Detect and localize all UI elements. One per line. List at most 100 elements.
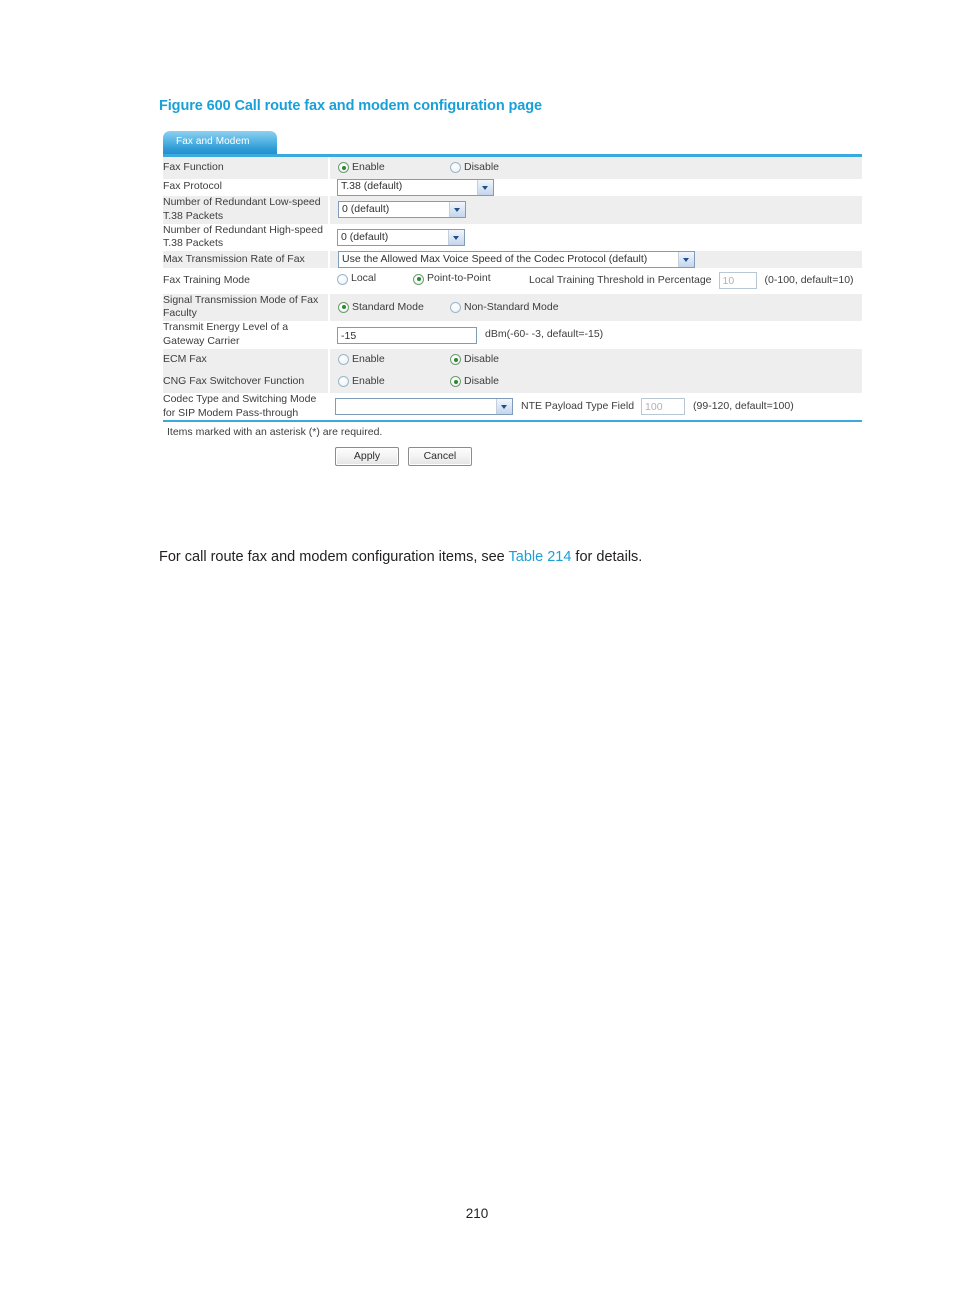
row-value-codec-type-switching-mode: NTE Payload Type Field 100 (99-120, defa… [329, 392, 862, 421]
body-paragraph: For call route fax and modem configurati… [159, 549, 642, 565]
radio-option-ecm-enable[interactable]: Enable [338, 353, 450, 367]
radio-option-non-standard-mode[interactable]: Non-Standard Mode [450, 301, 559, 315]
radio-icon[interactable] [450, 301, 461, 313]
table-row: Number of Redundant High-speed T.38 Pack… [163, 223, 862, 252]
table-row: Number of Redundant Low-speed T.38 Packe… [163, 195, 862, 224]
table-row: Max Transmission Rate of Fax Use the All… [163, 251, 862, 269]
select-codec-type[interactable] [335, 398, 513, 416]
radio-label: Enable [352, 161, 385, 173]
row-value-fax-protocol: T.38 (default) [329, 178, 862, 196]
radio-label: Enable [352, 353, 385, 366]
row-value-fax-training-mode: Local Point-to-Point Local Training Thre… [329, 268, 862, 294]
select-redundant-lowspeed[interactable]: 0 (default) [338, 201, 466, 219]
panel-button-row: Apply Cancel [163, 438, 862, 467]
table-row: Transmit Energy Level of a Gateway Carri… [163, 321, 862, 350]
nte-payload-label: NTE Payload Type Field [521, 399, 635, 412]
tab-fax-and-modem[interactable]: Fax and Modem [163, 131, 277, 154]
row-value-fax-function: Enable Disable [329, 157, 862, 179]
radio-option-standard-mode[interactable]: Standard Mode [338, 301, 450, 315]
chevron-down-icon[interactable] [477, 179, 493, 195]
select-value: Use the Allowed Max Voice Speed of the C… [342, 252, 648, 265]
required-items-note: Items marked with an asterisk (*) are re… [167, 426, 383, 439]
tab-underline [163, 154, 862, 157]
radio-option-training-local[interactable]: Local [329, 268, 405, 293]
radio-icon[interactable] [450, 354, 461, 366]
radio-label: Local [351, 272, 377, 285]
radio-group-signal-transmission-mode: Standard Mode Non-Standard Mode [330, 297, 862, 319]
transmit-energy-hint: dBm(-60- -3, default=-15) [485, 328, 604, 341]
row-value-redundant-lowspeed: 0 (default) [329, 195, 862, 224]
training-threshold-label: Local Training Threshold in Percentage [529, 274, 712, 286]
fax-and-modem-config-panel: Fax and Modem Fax Function Enable Disabl… [163, 131, 862, 467]
row-value-redundant-highspeed: 0 (default) [329, 223, 862, 252]
cancel-button[interactable]: Cancel [407, 447, 472, 467]
radio-label: Disable [464, 353, 500, 366]
row-value-ecm-fax: Enable Disable [329, 349, 862, 371]
radio-option-cng-enable[interactable]: Enable [338, 375, 450, 389]
radio-icon[interactable] [338, 301, 349, 313]
radio-label: Standard Mode [352, 300, 424, 313]
table-row: Fax Protocol T.38 (default) [163, 178, 862, 196]
radio-icon[interactable] [450, 376, 461, 388]
row-label-signal-transmission-mode: Signal Transmission Mode of Fax Faculty [163, 293, 330, 322]
row-label-redundant-highspeed: Number of Redundant High-speed T.38 Pack… [163, 223, 329, 252]
radio-group-fax-function: Enable Disable [330, 157, 862, 179]
table-214-link[interactable]: Table 214 [509, 549, 572, 565]
row-label-codec-type-switching-mode: Codec Type and Switching Mode for SIP Mo… [163, 392, 329, 421]
radio-option-ecm-disable[interactable]: Disable [450, 353, 499, 367]
row-label-fax-protocol: Fax Protocol [163, 178, 329, 196]
nte-payload-hint: (99-120, default=100) [693, 399, 794, 412]
radio-option-fax-function-enable[interactable]: Enable [338, 161, 450, 175]
radio-option-fax-function-disable[interactable]: Disable [450, 161, 499, 175]
config-table: Fax Function Enable Disable Fax Protocol… [163, 157, 862, 421]
table-row: Codec Type and Switching Mode for SIP Mo… [163, 392, 862, 421]
select-value: 0 (default) [341, 230, 389, 243]
row-label-max-transmission-rate: Max Transmission Rate of Fax [163, 251, 330, 269]
select-max-transmission-rate[interactable]: Use the Allowed Max Voice Speed of the C… [338, 251, 695, 269]
select-redundant-highspeed[interactable]: 0 (default) [337, 228, 465, 246]
page-number: 210 [465, 1206, 489, 1221]
chevron-down-icon[interactable] [448, 229, 464, 245]
row-value-signal-transmission-mode: Standard Mode Non-Standard Mode [329, 293, 862, 322]
radio-icon[interactable] [338, 376, 349, 388]
table-row: CNG Fax Switchover Function Enable Disab… [163, 370, 862, 393]
training-threshold-group: Local Training Threshold in Percentage 1… [521, 268, 862, 293]
table-row: Signal Transmission Mode of Fax Faculty … [163, 293, 862, 322]
row-label-transmit-energy-level: Transmit Energy Level of a Gateway Carri… [163, 321, 329, 350]
table-row: Fax Training Mode Local Point-to-Point L… [163, 268, 862, 294]
training-mode-group: Local Point-to-Point Local Training Thre… [329, 268, 862, 293]
nte-payload-input[interactable]: 100 [641, 398, 686, 416]
tab-strip: Fax and Modem [163, 131, 862, 157]
radio-label: Point-to-Point [427, 272, 491, 285]
chevron-down-icon[interactable] [678, 252, 694, 268]
select-fax-protocol[interactable]: T.38 (default) [337, 178, 494, 196]
radio-label: Non-Standard Mode [464, 300, 559, 313]
radio-label: Disable [464, 161, 500, 173]
radio-label: Enable [352, 374, 385, 387]
apply-button[interactable]: Apply [335, 447, 399, 467]
row-label-fax-training-mode: Fax Training Mode [163, 268, 329, 294]
radio-option-cng-disable[interactable]: Disable [450, 375, 499, 389]
row-value-max-transmission-rate: Use the Allowed Max Voice Speed of the C… [329, 251, 862, 269]
radio-option-training-point-to-point[interactable]: Point-to-Point [405, 268, 521, 293]
radio-label: Disable [464, 374, 500, 387]
chevron-down-icon[interactable] [496, 399, 512, 415]
radio-icon[interactable] [337, 273, 348, 285]
chevron-down-icon[interactable] [449, 202, 465, 218]
row-value-cng-fax-switchover: Enable Disable [329, 370, 862, 393]
radio-icon[interactable] [338, 162, 349, 174]
row-value-transmit-energy-level: -15 dBm(-60- -3, default=-15) [329, 321, 862, 350]
table-row: ECM Fax Enable Disable [163, 349, 862, 371]
paragraph-text-after: for details. [571, 549, 643, 565]
row-label-redundant-lowspeed: Number of Redundant Low-speed T.38 Packe… [163, 195, 330, 224]
table-row: Fax Function Enable Disable [163, 157, 862, 179]
radio-group-ecm-fax: Enable Disable [330, 349, 862, 371]
radio-icon[interactable] [413, 273, 424, 285]
row-label-fax-function: Fax Function [163, 157, 330, 179]
training-threshold-hint: (0-100, default=10) [764, 274, 854, 286]
select-value: 0 (default) [342, 202, 390, 215]
transmit-energy-input[interactable]: -15 [337, 326, 477, 344]
radio-icon[interactable] [338, 354, 349, 366]
radio-icon[interactable] [450, 162, 461, 174]
training-threshold-input[interactable]: 10 [718, 272, 757, 290]
